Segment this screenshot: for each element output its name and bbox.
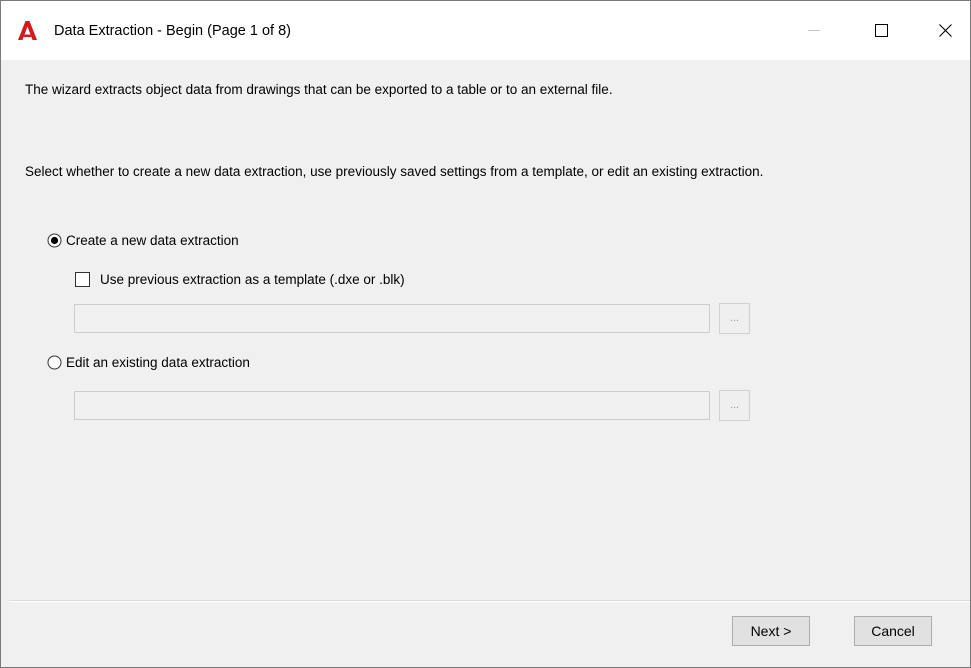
existing-extraction-path-field[interactable]	[74, 391, 710, 420]
use-template-label: Use previous extraction as a template (.…	[100, 272, 405, 287]
close-button[interactable]	[922, 1, 968, 60]
radio-unselected-icon[interactable]	[47, 355, 62, 370]
use-template-option[interactable]: Use previous extraction as a template (.…	[75, 272, 405, 287]
create-new-extraction-label: Create a new data extraction	[66, 233, 239, 248]
maximize-icon	[874, 24, 888, 37]
existing-extraction-browse-button[interactable]: ...	[719, 390, 750, 421]
edit-existing-extraction-label: Edit an existing data extraction	[66, 355, 250, 370]
wizard-content: The wizard extracts object data from dra…	[1, 60, 970, 600]
instruction-text: Select whether to create a new data extr…	[25, 164, 764, 179]
next-button[interactable]: Next >	[732, 616, 810, 646]
minimize-icon	[808, 29, 820, 31]
edit-existing-extraction-option[interactable]: Edit an existing data extraction	[47, 355, 250, 370]
window-title: Data Extraction - Begin (Page 1 of 8)	[54, 23, 291, 39]
minimize-button[interactable]	[791, 1, 837, 60]
intro-text: The wizard extracts object data from dra…	[25, 82, 613, 97]
template-browse-button[interactable]: ...	[719, 303, 750, 334]
data-extraction-dialog: Data Extraction - Begin (Page 1 of 8) Th…	[0, 0, 971, 668]
wizard-footer: Next > Cancel	[1, 602, 970, 667]
maximize-button[interactable]	[858, 1, 904, 60]
autocad-a-icon	[18, 21, 37, 40]
title-bar[interactable]: Data Extraction - Begin (Page 1 of 8)	[1, 1, 970, 60]
template-path-field[interactable]	[74, 304, 710, 333]
use-template-checkbox[interactable]	[75, 272, 90, 287]
cancel-button[interactable]: Cancel	[854, 616, 932, 646]
close-icon	[938, 24, 952, 37]
radio-selected-icon[interactable]	[47, 233, 62, 248]
create-new-extraction-option[interactable]: Create a new data extraction	[47, 233, 239, 248]
